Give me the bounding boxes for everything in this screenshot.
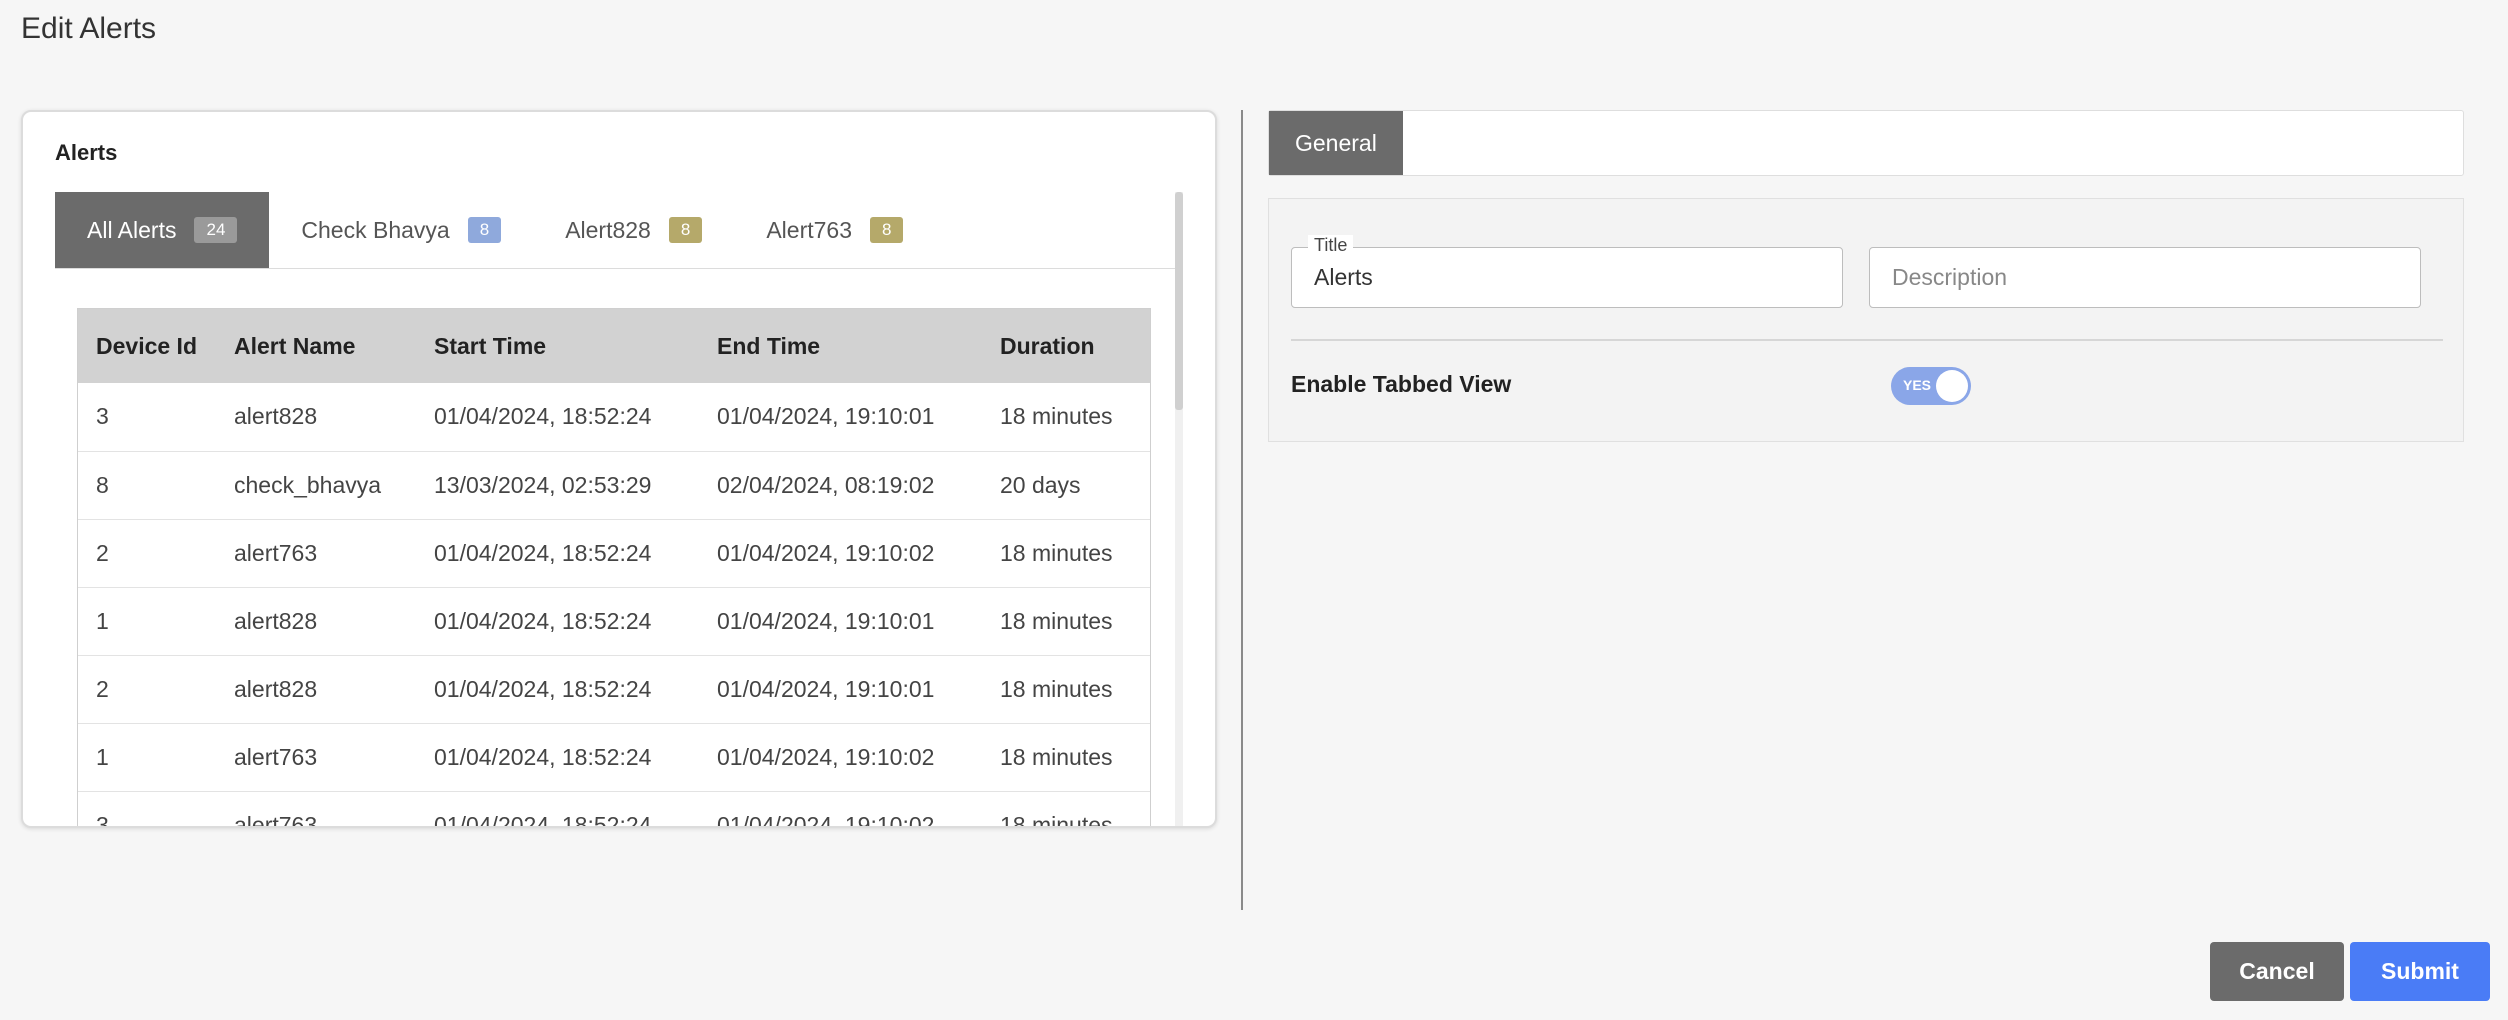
tab-label: Check Bhavya <box>301 216 450 243</box>
cancel-button[interactable]: Cancel <box>2210 942 2344 1001</box>
count-badge: 8 <box>870 217 904 243</box>
tab-label: Alert763 <box>766 216 852 243</box>
alert-tabs: All Alerts 24 Check Bhavya 8 Alert828 8 … <box>55 192 1175 269</box>
panel-divider <box>1241 110 1243 910</box>
count-badge: 8 <box>668 217 703 243</box>
device-id-cell: 2 <box>78 519 216 588</box>
duration-cell: 18 minutes <box>982 519 1150 588</box>
end-time-cell: 01/04/2024, 19:10:02 <box>699 723 982 792</box>
device-id-cell: 1 <box>78 587 216 656</box>
table-row[interactable]: 2 alert828 01/04/2024, 18:52:24 01/04/2024,… <box>78 655 1150 724</box>
duration-cell: 20 days <box>982 451 1150 520</box>
settings-tabbar: General <box>1268 110 2464 176</box>
duration-cell: 18 minutes <box>982 655 1150 724</box>
end-time-cell: 01/04/2024, 19:10:01 <box>699 587 982 656</box>
end-time-cell: 01/04/2024, 19:10:01 <box>699 383 982 452</box>
device-id-cell: 2 <box>78 655 216 724</box>
alert-name-cell: alert763 <box>216 723 416 792</box>
toggle-knob <box>1936 370 1968 402</box>
device-id-cell: 3 <box>78 791 216 826</box>
table-row[interactable]: 1 alert828 01/04/2024, 18:52:24 01/04/2024,… <box>78 587 1150 656</box>
start-time-cell: 01/04/2024, 18:52:24 <box>416 383 699 452</box>
alerts-preview-card: Alerts All Alerts 24 Check Bhavya 8 Aler… <box>21 110 1217 828</box>
device-id-cell: 1 <box>78 723 216 792</box>
table-row[interactable]: 8 check_bhavya 13/03/2024, 02:53:29 02/04/2… <box>78 451 1150 520</box>
device-id-cell: 3 <box>78 383 216 452</box>
end-time-cell: 01/04/2024, 19:10:01 <box>699 655 982 724</box>
column-header-end-time: End Time <box>699 309 982 383</box>
table-header-row: Device Id Alert Name Start Time End Time… <box>78 309 1150 383</box>
tabbed-view-toggle[interactable]: YES <box>1891 367 1971 405</box>
start-time-cell: 01/04/2024, 18:52:24 <box>416 655 699 724</box>
settings-divider <box>1291 339 2443 341</box>
title-field[interactable]: Title Alerts <box>1291 235 1843 308</box>
start-time-cell: 01/04/2024, 18:52:24 <box>416 587 699 656</box>
toggle-state-text: YES <box>1903 377 1932 393</box>
table-body: 3 alert828 01/04/2024, 18:52:24 01/04/2024,… <box>78 383 1150 826</box>
alert-name-cell: alert763 <box>216 791 416 826</box>
alert-name-cell: check_bhavya <box>216 451 416 520</box>
tab-alert763[interactable]: Alert763 8 <box>734 192 935 268</box>
duration-cell: 18 minutes <box>982 723 1150 792</box>
column-header-alert-name: Alert Name <box>216 309 416 383</box>
page-title: Edit Alerts <box>21 12 157 45</box>
column-header-duration: Duration <box>982 309 1150 383</box>
table-row[interactable]: 2 alert763 01/04/2024, 18:52:24 01/04/2024,… <box>78 519 1150 588</box>
column-header-device-id: Device Id <box>78 309 216 383</box>
alert-name-cell: alert828 <box>216 383 416 452</box>
title-field-label: Title <box>1308 235 1354 256</box>
end-time-cell: 01/04/2024, 19:10:02 <box>699 519 982 588</box>
alert-name-cell: alert763 <box>216 519 416 588</box>
tab-general[interactable]: General <box>1269 111 1403 175</box>
alert-name-cell: alert828 <box>216 587 416 656</box>
description-field[interactable]: Description <box>1869 247 2421 308</box>
end-time-cell: 02/04/2024, 08:19:02 <box>699 451 982 520</box>
column-header-start-time: Start Time <box>416 309 699 383</box>
tab-alert828[interactable]: Alert828 8 <box>533 192 734 268</box>
alert-name-cell: alert828 <box>216 655 416 724</box>
start-time-cell: 01/04/2024, 18:52:24 <box>416 791 699 826</box>
submit-button[interactable]: Submit <box>2350 942 2490 1001</box>
tabbed-view-label: Enable Tabbed View <box>1291 371 1512 397</box>
description-placeholder: Description <box>1892 264 2008 290</box>
table-row[interactable]: 3 alert828 01/04/2024, 18:52:24 01/04/2024,… <box>78 383 1150 452</box>
count-badge: 8 <box>467 217 502 243</box>
device-id-cell: 8 <box>78 451 216 520</box>
end-time-cell: 01/04/2024, 19:10:02 <box>699 791 982 826</box>
start-time-cell: 13/03/2024, 02:53:29 <box>416 451 699 520</box>
duration-cell: 18 minutes <box>982 587 1150 656</box>
title-field-value: Alerts <box>1314 264 1373 290</box>
duration-cell: 18 minutes <box>982 791 1150 826</box>
duration-cell: 18 minutes <box>982 383 1150 452</box>
tab-check-bhavya[interactable]: Check Bhavya 8 <box>269 192 533 268</box>
start-time-cell: 01/04/2024, 18:52:24 <box>416 723 699 792</box>
scrollbar-thumb[interactable] <box>1175 192 1183 410</box>
start-time-cell: 01/04/2024, 18:52:24 <box>416 519 699 588</box>
table-row[interactable]: 3 alert763 01/04/2024, 18:52:24 01/04/2024,… <box>78 791 1150 826</box>
tab-label: Alert828 <box>565 216 651 243</box>
card-title: Alerts <box>55 140 118 165</box>
tab-all-alerts[interactable]: All Alerts 24 <box>55 192 270 268</box>
general-settings-panel: Title Alerts Description Enable Tabbed V… <box>1268 198 2464 442</box>
table-row[interactable]: 1 alert763 01/04/2024, 18:52:24 01/04/2024,… <box>78 723 1150 792</box>
alerts-table: Device Id Alert Name Start Time End Time… <box>77 308 1151 826</box>
tab-label: All Alerts <box>87 216 177 243</box>
count-badge: 24 <box>194 217 238 243</box>
